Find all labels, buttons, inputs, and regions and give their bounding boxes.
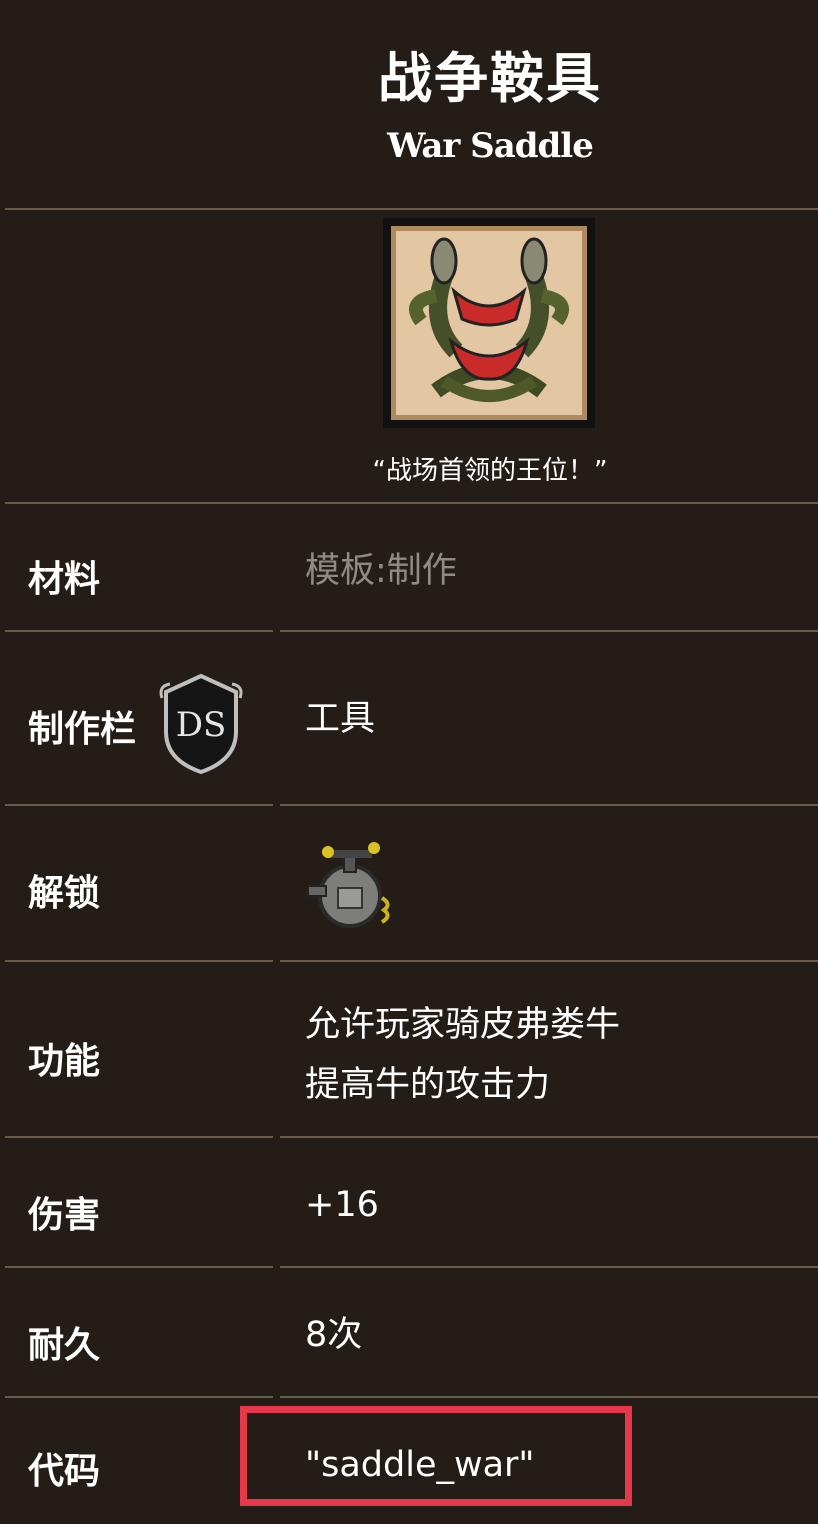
row-label: 解锁 [28,873,101,914]
ds-badge-icon: DS [159,673,243,775]
svg-text:DS: DS [176,705,227,745]
row-label: 伤害 [28,1195,101,1236]
code-highlight-box [240,1406,632,1506]
row-label: 材料 [28,559,101,600]
row-material: 材料 模板:制作 [0,504,818,630]
row-function: 功能 允许玩家骑皮弗娄牛 提高牛的攻击力 [0,962,818,1136]
row-label: 功能 [28,1041,101,1082]
row-unlock: 解锁 [0,806,818,960]
item-header: 战争鞍具 War Saddle [0,0,818,208]
science-machine-icon[interactable] [300,838,400,934]
function-line-2: 提高牛的攻击力 [305,1065,551,1105]
war-saddle-icon [383,218,595,428]
row-label: 代码 [28,1451,101,1492]
row-damage: 伤害 +16 [0,1138,818,1266]
item-quote: “战场首领的王位！” [372,456,608,486]
item-title-en: War Saddle [387,126,594,166]
item-image-block: “战场首领的王位！” [0,210,818,502]
item-title-cn: 战争鞍具 [378,47,602,110]
row-label: 耐久 [28,1325,101,1366]
craft-tab-value: 工具 [305,699,376,739]
row-label: 制作栏 [28,709,137,750]
row-durability: 耐久 8次 [0,1268,818,1396]
function-line-1: 允许玩家骑皮弗娄牛 [305,1005,621,1045]
row-craft-tab: 制作栏 DS 工具 [0,632,818,804]
material-template-link[interactable]: 模板:制作 [305,542,457,600]
durability-value: 8次 [305,1315,363,1355]
damage-value: +16 [305,1185,379,1225]
